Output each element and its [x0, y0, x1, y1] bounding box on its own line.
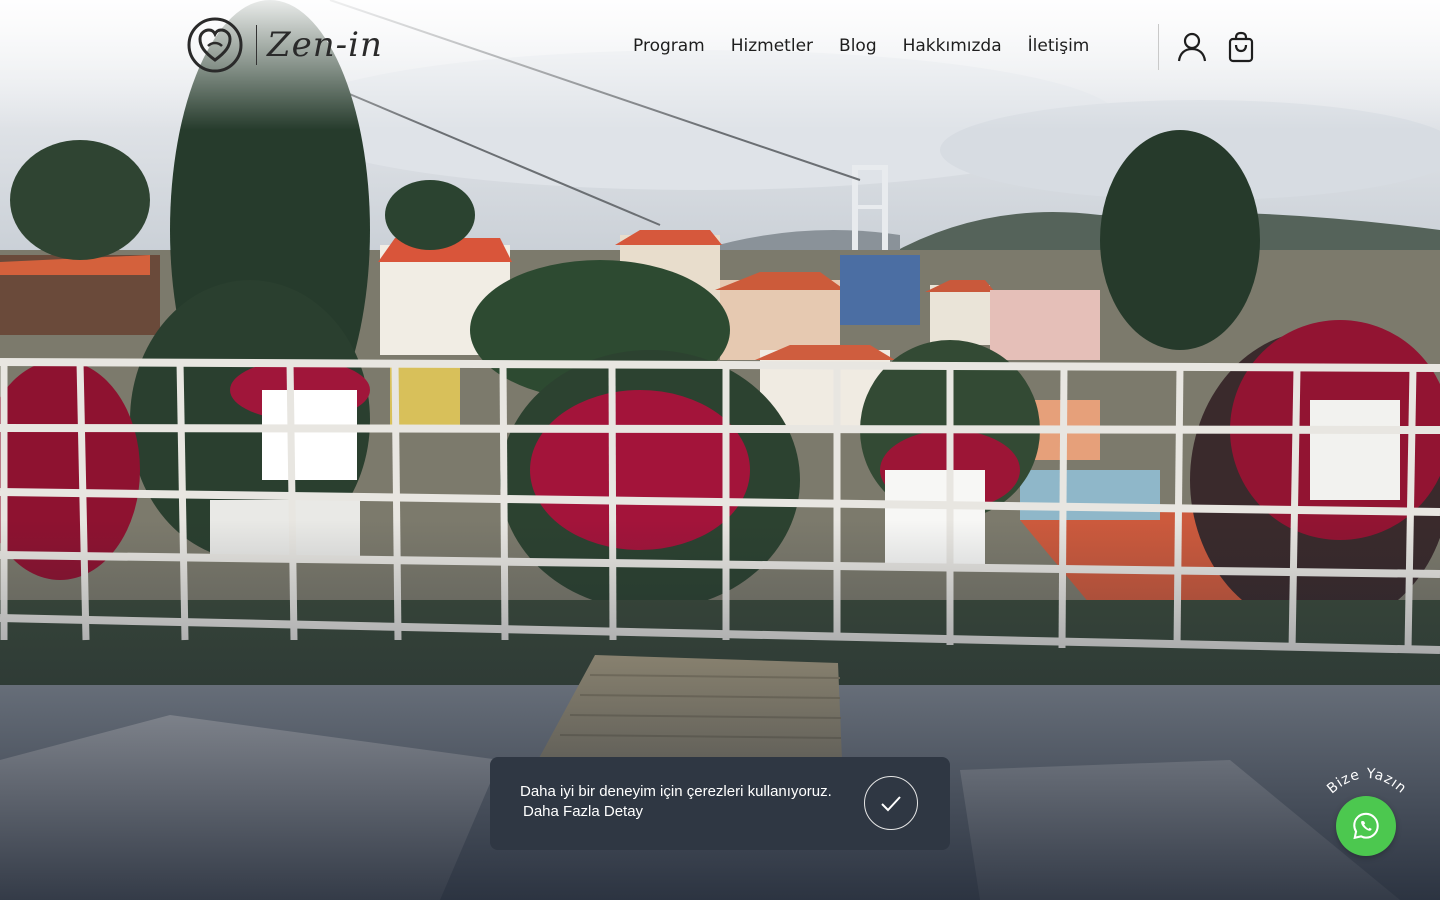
site-header: Zen-in Program Hizmetler Blog Hakkımızda… [0, 0, 1440, 95]
zen-in-logo-mark [187, 17, 243, 73]
cookie-message-block: Daha iyi bir deneyim için çerezleri kull… [520, 782, 832, 822]
main-navigation: Program Hizmetler Blog Hakkımızda İletiş… [620, 34, 1102, 58]
brand-name: Zen-in [267, 25, 383, 65]
user-account-button[interactable] [1175, 30, 1209, 64]
whatsapp-chat-button[interactable] [1336, 796, 1396, 856]
checkmark-icon [881, 796, 901, 812]
nav-item-hizmetler[interactable]: Hizmetler [731, 34, 813, 58]
nav-item-program[interactable]: Program [633, 34, 705, 58]
shopping-bag-icon [1228, 31, 1254, 63]
cart-button[interactable] [1225, 30, 1259, 64]
nav-item-blog[interactable]: Blog [839, 34, 877, 58]
logo-divider [256, 25, 257, 65]
nav-item-iletisim[interactable]: İletişim [1028, 34, 1090, 58]
cookie-message: Daha iyi bir deneyim için çerezleri kull… [520, 783, 832, 800]
cookie-accept-button[interactable] [864, 776, 918, 830]
nav-divider [1158, 24, 1159, 70]
whatsapp-label: Bize Yazın [1324, 766, 1409, 797]
svg-text:Bize Yazın: Bize Yazın [1324, 766, 1410, 797]
user-icon [1177, 32, 1207, 62]
cookie-details-link[interactable]: Daha Fazla Detay [523, 802, 832, 822]
brand-logo[interactable]: Zen-in [186, 16, 383, 74]
nav-item-hakkimizda[interactable]: Hakkımızda [903, 34, 1002, 58]
whatsapp-icon [1353, 812, 1379, 840]
cookie-consent-banner: Daha iyi bir deneyim için çerezleri kull… [490, 757, 950, 850]
